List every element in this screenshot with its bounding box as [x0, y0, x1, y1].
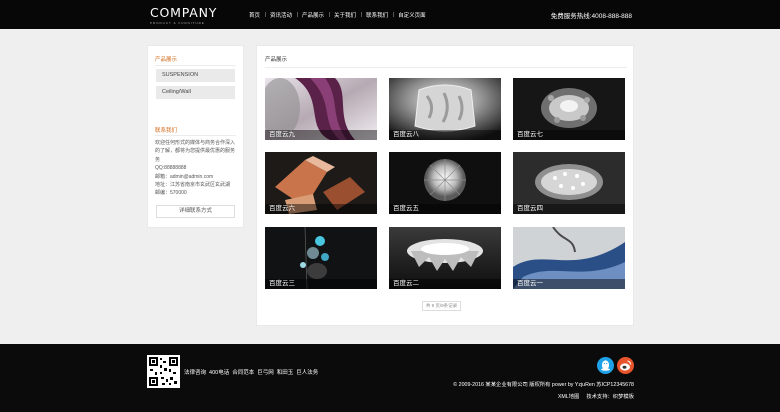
- footer-link-jugong[interactable]: 巨弓网: [257, 368, 274, 376]
- product-name: 百度云七: [513, 130, 625, 140]
- nav-custom-page[interactable]: 自定义页面: [393, 11, 431, 19]
- nav-contact[interactable]: 联系我们: [361, 11, 393, 19]
- product-card[interactable]: 百度云七: [513, 78, 625, 140]
- divider: [265, 67, 627, 68]
- category-ceiling-wall[interactable]: Ceiling/Wall: [156, 86, 235, 99]
- footer-link-hetian[interactable]: 和田玉: [277, 368, 294, 376]
- product-panel: 产品展示 百度云九 百度云八 百度云七 百度云六 百度云五 百度云四 百度云三 …: [256, 45, 634, 326]
- product-name: 百度云三: [265, 279, 377, 289]
- main-nav: 首页 资讯活动 产品展示 关于我们 联系我们 自定义页面: [244, 11, 431, 19]
- divider: [155, 65, 236, 66]
- sitemap-link[interactable]: XML地图: [558, 392, 580, 400]
- product-card[interactable]: 百度云一: [513, 227, 625, 289]
- site-footer: 法律咨询 400电话 合同范本 巨弓网 和田玉 巨人法务 © 2009-2016…: [0, 344, 780, 412]
- product-card[interactable]: 百度云三: [265, 227, 377, 289]
- product-name: 百度云一: [513, 279, 625, 289]
- product-card[interactable]: 百度云五: [389, 152, 501, 214]
- product-name: 百度云二: [389, 279, 501, 289]
- qq-icon[interactable]: [597, 357, 614, 374]
- footer-link-contract[interactable]: 合同范本: [232, 368, 254, 376]
- category-suspension[interactable]: SUSPENSION: [156, 69, 235, 82]
- footer-sub-links: XML地图 技术支持：织梦模板: [558, 392, 634, 400]
- sidebar-products-title: 产品展示: [155, 57, 178, 63]
- sidebar-contact-title: 联系我们: [155, 128, 178, 134]
- copyright-text: © 2009-2016 某某企业有限公司 版权所有 power by YzjuR…: [453, 382, 634, 388]
- pagination-info: 共 9 页/9条记录: [422, 301, 461, 311]
- nav-home[interactable]: 首页: [244, 11, 265, 19]
- footer-link-juren[interactable]: 巨人法务: [296, 368, 318, 376]
- contact-line: 务: [155, 156, 161, 163]
- divider: [155, 135, 236, 136]
- logo-text: COMPANY: [150, 5, 218, 20]
- product-name: 百度云六: [265, 204, 377, 214]
- product-name: 百度云四: [513, 204, 625, 214]
- contact-postcode: 邮编：570000: [155, 190, 187, 197]
- contact-line: 欢迎任何形式的媒体与商务合作深入: [155, 140, 236, 146]
- product-card[interactable]: 百度云二: [389, 227, 501, 289]
- nav-news[interactable]: 资讯活动: [265, 11, 297, 19]
- product-card[interactable]: 百度云八: [389, 78, 501, 140]
- weibo-icon[interactable]: [617, 357, 634, 374]
- nav-products[interactable]: 产品展示: [297, 11, 329, 19]
- tech-support-link[interactable]: 技术支持：织梦模板: [586, 392, 634, 400]
- footer-link-400[interactable]: 400电话: [209, 368, 229, 376]
- contact-details-button[interactable]: 详细联系方式: [156, 205, 235, 218]
- qr-code-icon: [147, 355, 180, 388]
- product-card[interactable]: 百度云四: [513, 152, 625, 214]
- page-title: 产品展示: [265, 57, 288, 63]
- product-card[interactable]: 百度云九: [265, 78, 377, 140]
- company-logo[interactable]: COMPANY PRODUCT & FURNITURE: [150, 5, 218, 26]
- product-name: 百度云九: [265, 130, 377, 140]
- footer-links: 法律咨询 400电话 合同范本 巨弓网 和田玉 巨人法务: [184, 368, 318, 376]
- product-name: 百度云八: [389, 130, 501, 140]
- footer-link-legal[interactable]: 法律咨询: [184, 368, 206, 376]
- nav-about[interactable]: 关于我们: [329, 11, 361, 19]
- contact-address: 地址：江苏省南京市玄武区玄武湖: [155, 182, 231, 189]
- product-name: 百度云五: [389, 204, 501, 214]
- product-card[interactable]: 百度云六: [265, 152, 377, 214]
- site-header: COMPANY PRODUCT & FURNITURE 首页 资讯活动 产品展示…: [0, 0, 780, 29]
- hotline-text: 免费服务热线:4008-888-888: [550, 13, 632, 20]
- logo-subtitle: PRODUCT & FURNITURE: [150, 21, 205, 25]
- contact-info: 欢迎任何形式的媒体与商务合作深入 的了解，都将为您提供最优惠的服务 务 QQ:8…: [155, 139, 237, 198]
- sidebar: 产品展示 SUSPENSION Ceiling/Wall 联系我们 欢迎任何形式…: [147, 45, 244, 228]
- contact-email: 邮箱：admin@admin.com: [155, 173, 214, 180]
- contact-qq: QQ:88888888: [155, 165, 187, 172]
- contact-line: 的了解，都将为您提供最优惠的服务: [155, 148, 236, 155]
